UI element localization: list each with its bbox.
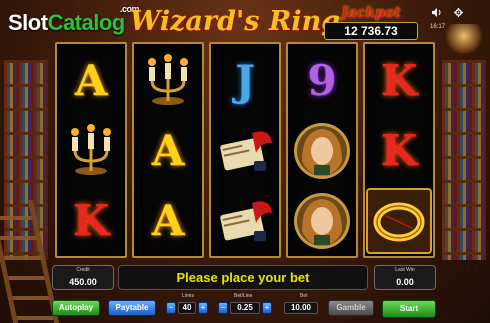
bet-line-value: 0.25 [230, 302, 260, 314]
candle-decoration [444, 24, 484, 54]
last-win-value: 0.00 [396, 277, 414, 287]
ring-symbol [365, 186, 433, 256]
lines-decrease-button[interactable]: − [166, 302, 176, 314]
scroll-symbol [211, 116, 279, 186]
letter-symbol: 9 [307, 56, 337, 105]
portrait-symbol [288, 116, 356, 186]
symbol-cell: A [134, 186, 202, 256]
lines-value: 40 [178, 302, 196, 314]
lines-increase-button[interactable]: + [198, 302, 208, 314]
bet-label: Bet [300, 293, 308, 299]
symbol-cell: A [57, 46, 125, 116]
bet-line-decrease-button[interactable]: − [218, 302, 228, 314]
settings-icon[interactable] [454, 8, 463, 19]
bet-line-increase-button[interactable]: + [262, 302, 272, 314]
reel-area: AKAAJ9KK [55, 42, 435, 258]
control-panel: Credit 450.00 Please place your bet Last… [48, 262, 442, 320]
reel-2: AA [132, 42, 204, 258]
candelabra-symbol [57, 116, 125, 186]
reel-1: AK [55, 42, 127, 258]
letter-symbol: K [72, 196, 110, 245]
scroll-symbol [211, 186, 279, 256]
letter-symbol: A [151, 126, 185, 175]
letter-symbol: K [380, 56, 418, 105]
bet-value: 10.00 [284, 302, 318, 314]
letter-symbol: J [235, 56, 255, 105]
last-win-box: Last Win 0.00 [374, 265, 436, 290]
portrait-symbol [288, 186, 356, 256]
bookshelf-right [442, 60, 486, 260]
symbol-cell: 9 [288, 46, 356, 116]
last-win-label: Last Win [395, 267, 415, 273]
letter-symbol: A [74, 56, 108, 105]
status-message: Please place your bet [118, 265, 368, 290]
reel-3: J [209, 42, 281, 258]
candelabra-symbol [134, 46, 202, 116]
credit-value: 450.00 [69, 277, 97, 287]
watermark-logo: SlotCatalog .com [8, 4, 140, 36]
symbol-cell: K [57, 186, 125, 256]
reel-5: KK [363, 42, 435, 258]
jackpot-value: 12 736.73 [324, 22, 418, 40]
speaker-icon[interactable] [432, 8, 442, 19]
paytable-button[interactable]: Paytable [108, 300, 156, 316]
letter-symbol: K [380, 126, 418, 175]
lines-label: Lines [182, 293, 194, 299]
reel-4: 9 [286, 42, 358, 258]
symbol-cell: K [365, 116, 433, 186]
credit-box: Credit 450.00 [52, 265, 114, 290]
autoplay-button[interactable]: Autoplay [52, 300, 100, 316]
gamble-button[interactable]: Gamble [328, 300, 374, 316]
credit-label: Credit [76, 267, 90, 273]
letter-symbol: A [151, 196, 185, 245]
symbol-cell: K [365, 46, 433, 116]
start-button[interactable]: Start [382, 300, 436, 318]
watermark-slot: Slot [8, 10, 48, 35]
game-title: Wizard's Ring [130, 6, 341, 37]
symbol-cell: J [211, 46, 279, 116]
clock: 16:17 [430, 24, 446, 30]
game-screen: SlotCatalog .com Wizard's Ring Jackpot 1… [0, 0, 490, 323]
watermark-catalog: Catalog [47, 10, 126, 35]
bet-line-label: Bet/Line [234, 293, 253, 299]
symbol-cell: A [134, 116, 202, 186]
jackpot-label: Jackpot [341, 5, 401, 21]
top-icons [426, 8, 474, 22]
jackpot-display: Jackpot 12 736.73 [324, 6, 418, 40]
